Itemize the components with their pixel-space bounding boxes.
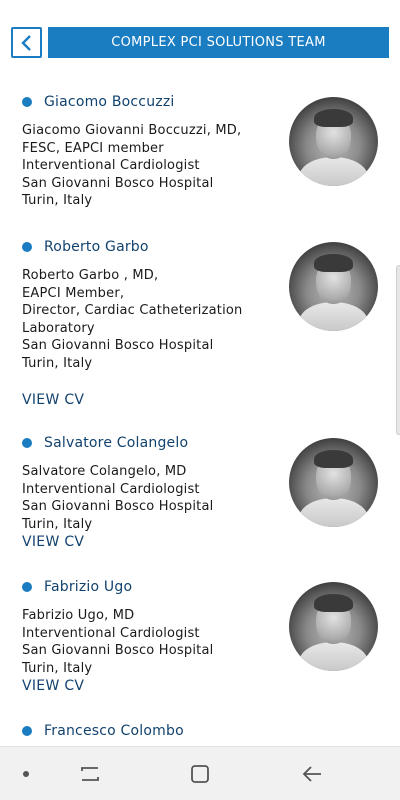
detail-line: San Giovanni Bosco Hospital	[22, 338, 214, 353]
member-name-row: Francesco Colombo	[22, 721, 184, 741]
back-button[interactable]	[11, 27, 42, 58]
recent-apps-icon	[81, 767, 99, 781]
member-name: Salvatore Colangelo	[44, 435, 189, 451]
bullet-dot-icon	[22, 582, 32, 592]
page-title: COMPLEX PCI SOLUTIONS TEAM	[48, 27, 389, 58]
detail-line: Turin, Italy	[22, 355, 93, 371]
view-cv-link[interactable]: VIEW CV	[22, 678, 84, 694]
detail-line: Turin, Italy	[22, 660, 93, 676]
member-name: Francesco Colombo	[44, 723, 184, 739]
detail-line: Director, Cardiac Catheterization	[22, 303, 243, 318]
member-name: Roberto Garbo	[44, 239, 149, 255]
member-details: Fabrizio Ugo, MD Interventional Cardiolo…	[22, 607, 282, 677]
scrollbar[interactable]	[396, 265, 400, 435]
header: COMPLEX PCI SOLUTIONS TEAM	[0, 24, 400, 62]
detail-line: Salvatore Colangelo, MD	[22, 464, 187, 479]
detail-line: Giacomo Giovanni Boccuzzi, MD,	[22, 123, 242, 138]
recent-apps-button[interactable]	[70, 747, 110, 800]
member-details: Roberto Garbo , MD, EAPCI Member, Direct…	[22, 267, 282, 372]
member-name: Fabrizio Ugo	[44, 579, 133, 595]
member-name-row: Fabrizio Ugo	[22, 577, 132, 597]
chevron-left-icon	[20, 34, 31, 51]
view-cv-link[interactable]: VIEW CV	[22, 392, 84, 408]
avatar	[289, 438, 378, 527]
detail-line: San Giovanni Bosco Hospital	[22, 175, 214, 191]
member-name-row: Giacomo Boccuzzi	[22, 92, 174, 112]
detail-line: Roberto Garbo , MD,	[22, 268, 159, 283]
detail-line: San Giovanni Bosco Hospital	[22, 643, 214, 658]
system-nav-bar	[0, 746, 400, 800]
detail-line: Turin, Italy	[22, 193, 93, 208]
detail-line: Fabrizio Ugo, MD	[22, 608, 135, 623]
member-details: Giacomo Giovanni Boccuzzi, MD, FESC, EAP…	[22, 122, 282, 210]
member-name: Giacomo Boccuzzi	[44, 94, 175, 110]
nav-dot-button[interactable]	[10, 747, 42, 800]
team-list[interactable]: Giacomo Boccuzzi Giacomo Giovanni Boccuz…	[0, 80, 400, 746]
detail-line: Interventional Cardiologist	[22, 481, 200, 497]
member-name-row: Salvatore Colangelo	[22, 433, 188, 453]
avatar	[289, 97, 378, 186]
avatar	[289, 582, 378, 671]
bullet-dot-icon	[22, 726, 32, 736]
home-icon	[191, 765, 209, 783]
bullet-dot-icon	[22, 97, 32, 107]
detail-line: San Giovanni Bosco Hospital	[22, 499, 214, 514]
home-button[interactable]	[180, 747, 220, 800]
back-arrow-icon	[302, 766, 321, 782]
detail-line: Interventional Cardiologist	[22, 625, 200, 641]
detail-line: Laboratory	[22, 320, 95, 336]
view-cv-link[interactable]: VIEW CV	[22, 534, 84, 550]
detail-line: Interventional Cardiologist	[22, 158, 200, 173]
bullet-dot-icon	[22, 438, 32, 448]
detail-line: Turin, Italy	[22, 516, 93, 532]
back-nav-button[interactable]	[292, 747, 332, 800]
avatar	[289, 242, 378, 331]
detail-line: EAPCI Member,	[22, 285, 125, 301]
bullet-dot-icon	[22, 242, 32, 252]
detail-line: FESC, EAPCI member	[22, 140, 164, 156]
member-name-row: Roberto Garbo	[22, 237, 149, 257]
dot-icon	[23, 771, 29, 777]
member-details: Salvatore Colangelo, MD Interventional C…	[22, 463, 282, 533]
